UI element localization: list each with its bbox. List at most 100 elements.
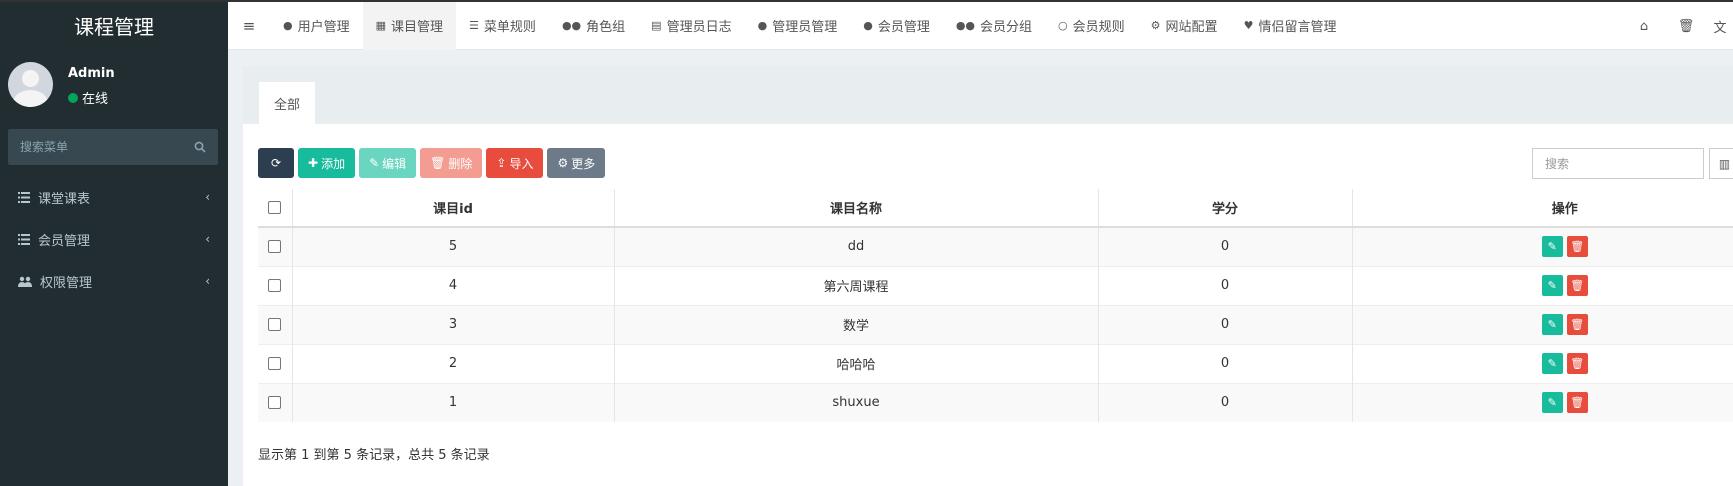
row-delete-icon[interactable]: 🗑 bbox=[1566, 392, 1588, 414]
row-checkbox[interactable] bbox=[268, 357, 282, 370]
import-label: 导入 bbox=[509, 156, 534, 171]
tab-all[interactable]: 全部 bbox=[259, 82, 315, 124]
cell-id: 3 bbox=[292, 304, 615, 344]
tab-member-management[interactable]: ● 会员管理 bbox=[850, 2, 943, 50]
main-panel: 全部 ⟳ ✚添加 ✎编辑 🗑删除 ⇪导入 ⚙更多 ▥ 课目id 课目名称 学分 … bbox=[243, 66, 1733, 486]
more-label: 更多 bbox=[571, 156, 596, 171]
home-icon[interactable]: ⌂ bbox=[1623, 2, 1665, 50]
tab-label: 角色组 bbox=[586, 20, 626, 35]
sidebar-search-input[interactable] bbox=[20, 140, 180, 154]
row-edit-icon[interactable]: ✎ bbox=[1541, 236, 1563, 258]
add-button[interactable]: ✚ 添加 bbox=[298, 148, 356, 178]
cell-name: shuxue bbox=[614, 382, 1099, 422]
cell-credit: 0 bbox=[1098, 382, 1353, 422]
cell-id: 2 bbox=[292, 343, 615, 383]
upload-icon: ⇪ bbox=[496, 156, 507, 170]
sidebar-item-label: 会员管理 bbox=[38, 233, 91, 249]
edit-button[interactable]: ✎ 编辑 bbox=[359, 148, 417, 178]
cell-id: 4 bbox=[292, 265, 615, 305]
add-label: 添加 bbox=[321, 156, 346, 171]
users-icon bbox=[18, 276, 32, 287]
table-row: 4 第六周课程 0 ✎ 🗑 bbox=[258, 265, 1733, 305]
tab-admin-management[interactable]: ● 管理员管理 bbox=[745, 2, 851, 50]
panel-tab-header: 全部 bbox=[243, 66, 1733, 124]
col-header-name[interactable]: 课目名称 bbox=[614, 189, 1099, 228]
tab-member-group[interactable]: ●● 会员分组 bbox=[943, 2, 1045, 50]
sidebar-item-members[interactable]: 会员管理 ‹ bbox=[0, 218, 228, 260]
tab-label: 情侣留言管理 bbox=[1258, 20, 1337, 35]
delete-button[interactable]: 🗑 删除 bbox=[420, 148, 483, 178]
row-edit-icon[interactable]: ✎ bbox=[1541, 353, 1563, 374]
table-search-input[interactable] bbox=[1532, 148, 1704, 179]
row-checkbox[interactable] bbox=[268, 240, 282, 254]
refresh-button[interactable]: ⟳ bbox=[258, 148, 294, 178]
col-header-id[interactable]: 课目id bbox=[292, 189, 615, 228]
cell-credit: 0 bbox=[1098, 343, 1353, 383]
sidebar-menu: 课堂课表 ‹ 会员管理 ‹ 权限管理 ‹ bbox=[0, 176, 228, 302]
user-status: 在线 bbox=[68, 88, 108, 107]
tab-label: 用户管理 bbox=[297, 20, 350, 35]
col-header-credit[interactable]: 学分 bbox=[1098, 189, 1353, 228]
cell-credit: 0 bbox=[1098, 304, 1353, 344]
sidebar-item-classes[interactable]: 课堂课表 ‹ bbox=[0, 176, 228, 218]
tab-label: 管理员管理 bbox=[772, 20, 838, 35]
tab-admin-log[interactable]: ▤ 管理员日志 bbox=[638, 2, 744, 50]
row-checkbox[interactable] bbox=[268, 318, 282, 331]
user-icon: ● bbox=[283, 19, 293, 32]
plus-icon: ✚ bbox=[308, 156, 319, 170]
cell-actions: ✎ 🗑 bbox=[1352, 226, 1733, 266]
row-checkbox[interactable] bbox=[268, 396, 282, 410]
menu-toggle-icon[interactable]: ≡ bbox=[228, 2, 270, 50]
sidebar: 课程管理 Admin 在线 课堂课表 ‹ 会员管理 ‹ bbox=[0, 2, 228, 486]
user-panel: Admin 在线 bbox=[0, 52, 228, 118]
circle-icon: ○ bbox=[1058, 19, 1068, 32]
sidebar-item-permissions[interactable]: 权限管理 ‹ bbox=[0, 260, 228, 302]
language-icon[interactable]: 文 bbox=[1707, 2, 1733, 50]
tab-user-management[interactable]: ● 用户管理 bbox=[270, 2, 363, 50]
select-all-checkbox[interactable] bbox=[268, 201, 282, 214]
col-header-actions: 操作 bbox=[1352, 189, 1733, 228]
refresh-icon: ⟳ bbox=[270, 156, 282, 170]
more-button[interactable]: ⚙ 更多 bbox=[547, 148, 606, 178]
trash-icon: 🗑 bbox=[430, 156, 446, 170]
row-edit-icon[interactable]: ✎ bbox=[1541, 275, 1563, 296]
bars-icon: ☰ bbox=[469, 19, 479, 32]
tab-label: 会员分组 bbox=[980, 20, 1033, 35]
tab-role-group[interactable]: ●● 角色组 bbox=[549, 2, 638, 50]
trash-icon[interactable]: 🗑 bbox=[1665, 2, 1707, 50]
group-icon: ●● bbox=[561, 19, 582, 32]
cell-actions: ✎ 🗑 bbox=[1352, 304, 1733, 344]
columns-toggle-icon[interactable]: ▥ bbox=[1709, 148, 1733, 179]
tab-course-management[interactable]: ▦ 课目管理 bbox=[362, 1, 457, 50]
sidebar-search bbox=[8, 129, 218, 165]
sidebar-item-label: 权限管理 bbox=[40, 275, 93, 291]
cell-name: dd bbox=[614, 226, 1099, 266]
cell-actions: ✎ 🗑 bbox=[1352, 382, 1733, 422]
search-icon[interactable] bbox=[194, 141, 206, 153]
import-button[interactable]: ⇪ 导入 bbox=[486, 148, 544, 178]
row-checkbox[interactable] bbox=[268, 279, 282, 292]
user-icon: ● bbox=[863, 19, 873, 32]
row-delete-icon[interactable]: 🗑 bbox=[1566, 275, 1588, 296]
course-table: 课目id 课目名称 学分 操作 5 dd 0 ✎🗑 4 第六周课程 0 ✎🗑 bbox=[258, 189, 1733, 422]
tab-couple-messages[interactable]: ♥ 情侣留言管理 bbox=[1231, 2, 1350, 50]
calendar-icon: ▦ bbox=[375, 19, 387, 32]
row-delete-icon[interactable]: 🗑 bbox=[1566, 353, 1588, 374]
user-icon: ● bbox=[757, 19, 768, 32]
row-edit-icon[interactable]: ✎ bbox=[1541, 392, 1563, 414]
group-icon: ●● bbox=[955, 19, 976, 32]
tab-menu-rules[interactable]: ☰ 菜单规则 bbox=[456, 2, 549, 50]
row-delete-icon[interactable]: 🗑 bbox=[1566, 236, 1588, 258]
table-row: 1 shuxue 0 ✎ 🗑 bbox=[258, 382, 1733, 422]
row-delete-icon[interactable]: 🗑 bbox=[1566, 314, 1588, 335]
app-logo[interactable]: 课程管理 bbox=[0, 2, 228, 52]
tab-site-config[interactable]: ⚙ 网站配置 bbox=[1138, 2, 1231, 50]
tab-label: 管理员日志 bbox=[666, 20, 732, 35]
row-edit-icon[interactable]: ✎ bbox=[1541, 314, 1563, 335]
navbar-right: ⌂ 🗑 文 bbox=[1623, 2, 1733, 50]
user-status-label: 在线 bbox=[82, 92, 109, 107]
online-dot-icon bbox=[68, 92, 78, 103]
tab-member-rules[interactable]: ○ 会员规则 bbox=[1045, 2, 1138, 50]
cell-actions: ✎ 🗑 bbox=[1352, 265, 1733, 305]
row-select-cell bbox=[258, 265, 293, 305]
